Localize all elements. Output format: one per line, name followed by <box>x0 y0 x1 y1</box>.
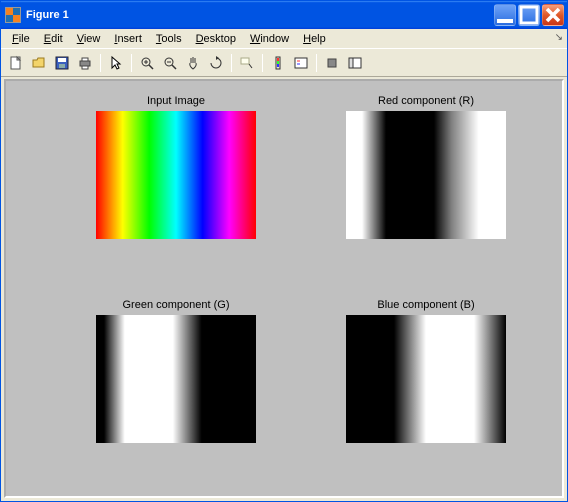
rotate-button[interactable] <box>205 52 227 74</box>
close-button[interactable] <box>542 4 564 26</box>
pointer-button[interactable] <box>105 52 127 74</box>
dock-corner-icon[interactable]: ↘ <box>555 32 563 43</box>
menu-edit[interactable]: Edit <box>37 31 70 47</box>
titlebar[interactable]: Figure 1 <box>1 1 567 29</box>
zoom-in-button[interactable] <box>136 52 158 74</box>
figure-window: Figure 1 File Edit View Insert Tools Des… <box>0 0 568 502</box>
subplot-green: Green component (G) <box>96 299 256 443</box>
figure-canvas[interactable]: Input Image Red component (R) Green comp… <box>4 79 564 498</box>
print-button[interactable] <box>74 52 96 74</box>
green-component-image <box>96 315 256 443</box>
matlab-icon <box>5 7 21 23</box>
window-title: Figure 1 <box>26 9 494 21</box>
input-image <box>96 111 256 239</box>
zoom-out-button[interactable] <box>159 52 181 74</box>
window-buttons <box>494 4 564 26</box>
menu-tools[interactable]: Tools <box>149 31 189 47</box>
menu-insert[interactable]: Insert <box>107 31 149 47</box>
blue-component-image <box>346 315 506 443</box>
subplot-title-red: Red component (R) <box>378 95 474 107</box>
show-tools-button[interactable] <box>344 52 366 74</box>
subplot-title-green: Green component (G) <box>123 299 230 311</box>
data-cursor-button[interactable] <box>236 52 258 74</box>
menu-help[interactable]: Help <box>296 31 333 47</box>
subplot-title-input: Input Image <box>147 95 205 107</box>
red-component-image <box>346 111 506 239</box>
save-button[interactable] <box>51 52 73 74</box>
menu-desktop[interactable]: Desktop <box>189 31 243 47</box>
menu-file[interactable]: File <box>5 31 37 47</box>
menu-window[interactable]: Window <box>243 31 296 47</box>
toolbar-separator <box>100 54 101 72</box>
toolbar-separator <box>131 54 132 72</box>
pan-button[interactable] <box>182 52 204 74</box>
toolbar-separator <box>262 54 263 72</box>
maximize-button[interactable] <box>518 4 540 26</box>
menubar: File Edit View Insert Tools Desktop Wind… <box>1 29 567 49</box>
colorbar-button[interactable] <box>267 52 289 74</box>
menu-view[interactable]: View <box>70 31 108 47</box>
legend-button[interactable] <box>290 52 312 74</box>
toolbar-separator <box>316 54 317 72</box>
toolbar <box>1 49 567 77</box>
hide-tools-button[interactable] <box>321 52 343 74</box>
subplot-blue: Blue component (B) <box>346 299 506 443</box>
minimize-button[interactable] <box>494 4 516 26</box>
subplot-title-blue: Blue component (B) <box>377 299 474 311</box>
open-button[interactable] <box>28 52 50 74</box>
toolbar-separator <box>231 54 232 72</box>
subplot-red: Red component (R) <box>346 95 506 239</box>
new-figure-button[interactable] <box>5 52 27 74</box>
subplot-input: Input Image <box>96 95 256 239</box>
